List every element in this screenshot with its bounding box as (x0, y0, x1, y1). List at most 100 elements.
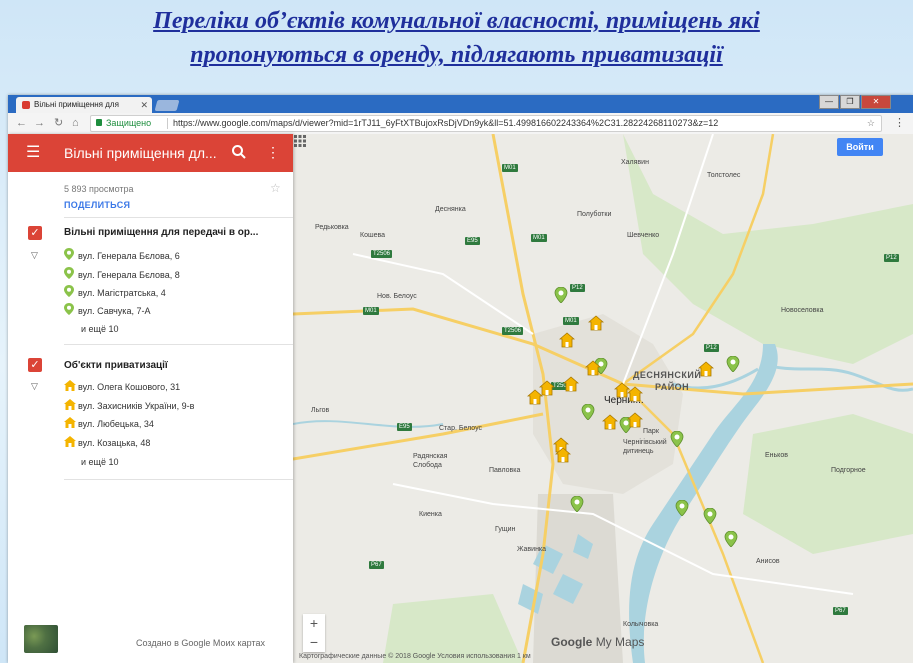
item-label: вул. Любецька, 34 (78, 419, 154, 429)
list-item[interactable]: вул. Захисників України, 9-в (64, 398, 194, 414)
hamburger-menu-icon[interactable]: ☰ (26, 145, 40, 161)
slide-title: Переліки об’єктів комунальної власності,… (0, 4, 913, 72)
maximize-button[interactable]: ❐ (840, 95, 860, 109)
more-options-icon[interactable]: ⋮ (266, 143, 280, 161)
chevron-down-icon[interactable]: ▽ (31, 250, 38, 261)
yellow-house-icon[interactable] (585, 360, 601, 376)
road-label: M01 (531, 234, 547, 242)
green-pin-icon[interactable] (725, 356, 741, 372)
basemap-thumbnail[interactable] (24, 625, 58, 653)
list-item[interactable]: вул. Генерала Бєлова, 6 (64, 248, 180, 264)
tab-label: Вільні приміщення для (34, 100, 119, 109)
home-icon[interactable]: ⌂ (72, 116, 79, 131)
panel-header: ☰ Вільні приміщення дл... ⋮ (8, 134, 293, 172)
chevron-down-icon[interactable]: ▽ (31, 381, 38, 392)
map-canvas[interactable]: Халявин Толстолес Деснянка Полуботки Ред… (293, 134, 913, 663)
zoom-in-button[interactable]: + (303, 614, 325, 633)
url-field[interactable]: Защищено https://www.google.com/maps/d/v… (90, 115, 882, 132)
list-item[interactable]: вул. Генерала Бєлова, 8 (64, 267, 180, 283)
green-pin-icon[interactable] (569, 496, 585, 512)
tab-strip: Вільні приміщення для ✕ — ❐ ✕ (8, 95, 913, 113)
yellow-house-icon[interactable] (559, 332, 575, 348)
layer-1-title: Вільні приміщення для передачі в ор... (64, 227, 259, 238)
place-label: Анисов (756, 558, 780, 565)
search-icon[interactable] (230, 143, 248, 161)
yellow-house-icon[interactable] (563, 376, 579, 392)
divider (64, 344, 293, 345)
place-label: Павловка (489, 467, 521, 474)
new-tab-button[interactable] (154, 100, 180, 111)
close-window-button[interactable]: ✕ (861, 95, 891, 109)
tab-close-icon[interactable]: ✕ (140, 97, 148, 113)
road-label: P67 (369, 561, 384, 569)
green-pin-icon (64, 248, 78, 265)
list-item[interactable]: вул. Любецька, 34 (64, 416, 154, 432)
green-pin-icon[interactable] (669, 431, 685, 447)
place-label: Киенка (419, 511, 442, 518)
google-my-maps-logo: Google My Maps (551, 635, 644, 649)
road-label: E95 (465, 237, 480, 245)
green-pin-icon[interactable] (702, 508, 718, 524)
slide-title-line-2: пропонуються в оренду, підлягають приват… (190, 42, 723, 68)
forward-arrow-icon[interactable]: → (34, 116, 45, 131)
green-pin-icon[interactable] (580, 404, 596, 420)
road-label: M01 (563, 317, 579, 325)
list-item[interactable]: вул. Савчука, 7-А (64, 303, 150, 319)
yellow-house-icon[interactable] (627, 412, 643, 428)
maps-favicon-icon (22, 101, 30, 109)
yellow-house-icon[interactable] (602, 414, 618, 430)
road-label: P67 (833, 607, 848, 615)
google-logo-text: Google (551, 635, 593, 649)
more-items-link[interactable]: и ещё 10 (81, 457, 118, 467)
divider (64, 217, 293, 218)
list-item[interactable]: вул. Магістратська, 4 (64, 285, 166, 301)
green-pin-icon (64, 285, 78, 302)
layer-2-checkbox[interactable]: ✓ (28, 358, 42, 372)
share-link[interactable]: ПОДЕЛИТЬСЯ (64, 200, 130, 210)
sign-in-button[interactable]: Войти (837, 138, 883, 156)
minimize-button[interactable]: — (819, 95, 839, 109)
yellow-house-icon[interactable] (588, 315, 604, 331)
road-label: E95 (397, 423, 412, 431)
road-label: M01 (363, 307, 379, 315)
yellow-house-icon[interactable] (555, 447, 571, 463)
attribution-text: Картографические данные © 2018 Google Ус… (299, 653, 531, 660)
secure-label: Защищено (106, 118, 152, 128)
browser-menu-icon[interactable]: ⋮ (894, 116, 905, 129)
place-label: Толстолес (707, 172, 741, 179)
my-maps-text: My Maps (595, 635, 645, 649)
item-label: вул. Козацька, 48 (78, 438, 151, 448)
road-label: T2506 (502, 327, 524, 335)
yellow-house-icon[interactable] (527, 389, 543, 405)
apps-grid-icon[interactable] (293, 134, 307, 148)
item-label: вул. Генерала Бєлова, 6 (78, 251, 180, 261)
layer-1-checkbox[interactable]: ✓ (28, 226, 42, 240)
reload-icon[interactable]: ↻ (54, 116, 63, 131)
green-pin-icon[interactable] (674, 500, 690, 516)
layer-2-title: Об'єкти приватизації (64, 360, 168, 371)
star-icon[interactable]: ☆ (270, 181, 281, 195)
road-label: P12 (570, 284, 585, 292)
yellow-house-icon (64, 398, 78, 415)
road-label: M01 (502, 164, 518, 172)
list-item[interactable]: вул. Олега Кошового, 31 (64, 379, 180, 395)
url-separator (167, 118, 168, 129)
yellow-house-icon[interactable] (698, 361, 714, 377)
more-items-link[interactable]: и ещё 10 (81, 324, 118, 334)
place-label: Стар. Белоус (439, 425, 483, 432)
list-item[interactable]: вул. Козацька, 48 (64, 435, 150, 451)
back-arrow-icon[interactable]: ← (16, 116, 27, 131)
browser-tab[interactable]: Вільні приміщення для ✕ (16, 97, 152, 113)
green-pin-icon (64, 267, 78, 284)
place-label: Новоселовка (781, 307, 824, 314)
place-label: Парк (643, 428, 659, 435)
bookmark-star-icon[interactable]: ☆ (867, 116, 875, 131)
green-pin-icon[interactable] (723, 531, 739, 547)
item-label: вул. Олега Кошового, 31 (78, 382, 181, 392)
divider (64, 479, 293, 480)
yellow-house-icon[interactable] (627, 386, 643, 402)
green-pin-icon[interactable] (553, 287, 569, 303)
place-label: Еньков (765, 452, 788, 459)
place-label: Шевченко (627, 232, 660, 239)
yellow-house-icon (64, 435, 78, 452)
